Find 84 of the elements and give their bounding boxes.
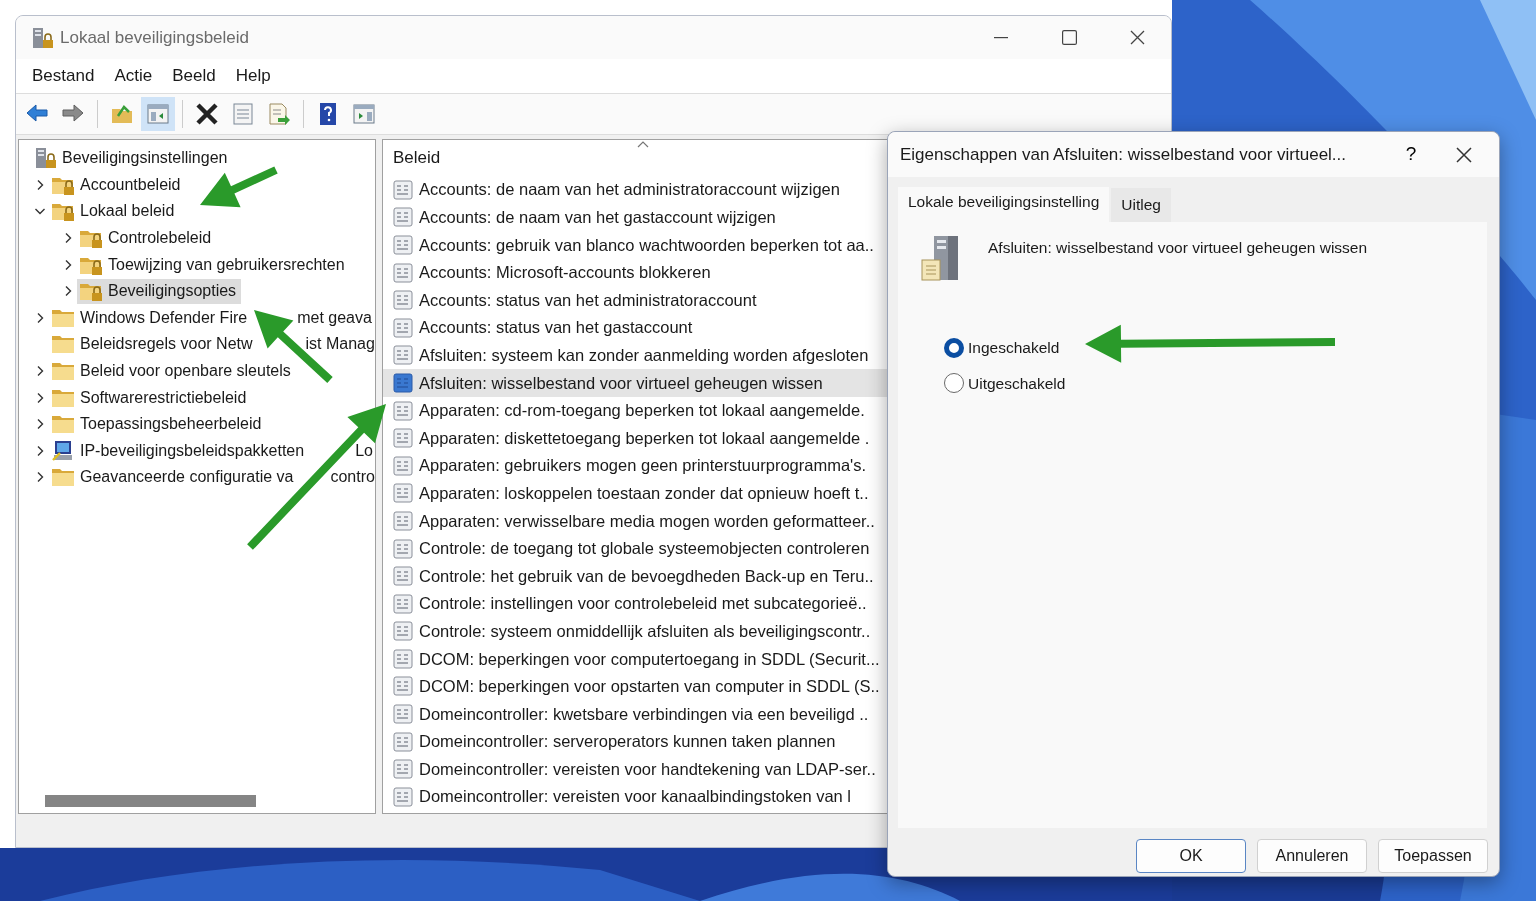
tree-item-text: met geava: [297, 307, 372, 328]
folder-icon: [51, 466, 75, 489]
policy-row[interactable]: Controle: systeem onmiddellijk afsluiten als beveiligingscontr..: [383, 617, 1168, 646]
pane-icon: [352, 102, 376, 126]
policy-row[interactable]: Apparaten: loskoppelen toestaan zonder dat opnieuw hoeft t..: [383, 479, 1168, 508]
policy-row[interactable]: Domeincontroller: kwetsbare verbindingen via een beveiligd ..: [383, 700, 1168, 728]
tab[interactable]: Lokale beveiligingsinstelling: [898, 187, 1110, 223]
policy-icon: [393, 538, 413, 559]
policy-row[interactable]: DCOM: beperkingen voor opstarten van computer in SDDL (S..: [383, 672, 1168, 701]
tree-item[interactable]: Lokaal beleid: [49, 199, 180, 224]
menu-item[interactable]: Actie: [104, 61, 163, 91]
policy-icon: [393, 455, 413, 476]
folder-icon: [51, 360, 75, 383]
policy-icon: [393, 648, 413, 669]
policy-icon: [393, 317, 413, 338]
policy-icon: [393, 731, 413, 752]
tree-item[interactable]: Beveiligingsinstellingen: [31, 145, 233, 171]
policy-row[interactable]: Accounts: Microsoft-accounts blokkeren: [383, 258, 1168, 287]
pane-toggle-icon: [146, 102, 170, 126]
policy-row[interactable]: Domeincontroller: vereisten voor kanaalbindingstoken van l: [383, 783, 1168, 811]
tree-item-text: ist Manag: [305, 334, 375, 355]
tab[interactable]: Uitleg: [1111, 188, 1171, 223]
folder-icon: [51, 333, 75, 356]
policy-icon: [393, 621, 413, 642]
policy-row[interactable]: Domeincontroller: vereisten voor handtekening van LDAP-ser..: [383, 755, 1168, 784]
policy-icon: [393, 593, 413, 614]
policy-row[interactable]: Domeincontroller: serveroperators kunnen taken plannen: [383, 727, 1168, 756]
policy-row[interactable]: Accounts: status van het gastaccount: [383, 313, 1168, 342]
maximize-icon: [1061, 30, 1077, 45]
tree-item-text: Lo: [355, 440, 373, 461]
policy-icon: [393, 262, 413, 283]
folder-icon: [51, 413, 75, 436]
policy-icon: [393, 345, 413, 366]
policy-row[interactable]: Controle: het gebruik van de bevoegdheden Back-up en Teru..: [383, 562, 1168, 590]
policy-icon: [393, 704, 413, 725]
scrollbar-thumb[interactable]: [45, 795, 256, 807]
menu-item[interactable]: Help: [225, 61, 281, 91]
tree-item[interactable]: Toepassingsbeheerbeleid: [49, 411, 267, 437]
sort-icon: [637, 140, 649, 148]
policy-icon: [393, 676, 413, 697]
computer-key-icon: [51, 439, 75, 462]
tree-item[interactable]: Controlebeleid: [77, 225, 217, 251]
policy-row[interactable]: Apparaten: verwisselbare media mogen worden geformatteer..: [383, 507, 1168, 535]
menu-item[interactable]: Bestand: [22, 61, 105, 91]
delete-icon: [195, 102, 219, 126]
server-lock-icon: [30, 27, 54, 50]
minimize-icon: [994, 36, 1008, 39]
tree-item[interactable]: Beveiligingsopties: [77, 278, 242, 304]
tree-item[interactable]: Beleid voor openbare sleutels: [49, 358, 296, 384]
policy-icon: [393, 235, 413, 255]
tree-item[interactable]: IP-beveiligingsbeleidspakketten: [49, 438, 310, 464]
policy-icon: [393, 290, 413, 311]
policy-row[interactable]: Apparaten: gebruikers mogen geen printerstuurprogramma's.: [383, 451, 1168, 480]
policy-icon: [393, 566, 413, 587]
policy-icon: [393, 428, 413, 449]
policy-icon: [393, 179, 413, 200]
policy-row[interactable]: Controle: instellingen voor controlebeleid met subcategorieë..: [383, 589, 1168, 618]
tree-item-text: contro: [330, 467, 375, 488]
policy-row[interactable]: Accounts: status van het administratoraccount: [383, 286, 1168, 314]
tree-item[interactable]: Accountbeleid: [49, 172, 186, 198]
policy-icon: [393, 510, 413, 531]
export-list-icon: [267, 102, 291, 126]
menu-item[interactable]: Beeld: [162, 61, 226, 91]
policy-icon: [393, 759, 413, 780]
tree-item[interactable]: Softwarerestrictiebeleid: [49, 385, 252, 411]
policy-row[interactable]: Controle: de toegang tot globale systeemobjecten controleren: [383, 534, 1168, 563]
policy-icon: [393, 483, 413, 504]
policy-icon: [393, 207, 413, 228]
tree-item[interactable]: Geavanceerde configuratie va: [49, 464, 299, 490]
column-header[interactable]: Beleid: [393, 144, 441, 170]
policy-row[interactable]: Apparaten: cd-rom-toegang beperken tot lokaal aangemelde.: [383, 396, 1168, 425]
tree-item[interactable]: Beleidsregels voor Netw: [49, 331, 258, 357]
window-title: Lokaal beveiligingsbeleid: [60, 26, 250, 49]
policy-icon: [393, 372, 413, 393]
properties-icon: [231, 102, 255, 126]
tree-item[interactable]: Windows Defender Fire: [49, 305, 253, 331]
close-icon: [1129, 30, 1145, 45]
tree-item[interactable]: Toewijzing van gebruikersrechten: [77, 252, 350, 278]
policy-icon: [393, 400, 413, 421]
policy-row[interactable]: Apparaten: diskettetoegang beperken tot lokaal aangemelde .: [383, 424, 1168, 452]
server-lock-icon: [33, 147, 57, 170]
policy-icon: [393, 786, 413, 807]
policy-row[interactable]: DCOM: beperkingen voor computertoegang in SDDL (Securit...: [383, 645, 1168, 673]
folder-up-icon: [110, 102, 134, 126]
